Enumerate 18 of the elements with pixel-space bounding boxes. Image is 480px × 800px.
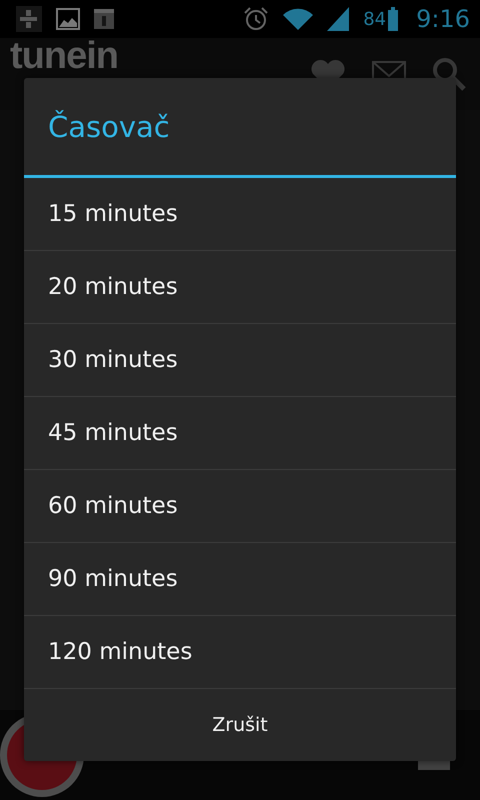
alarm-clock-icon — [243, 6, 270, 32]
timer-option[interactable]: 90 minutes — [24, 543, 456, 616]
search-icon[interactable] — [432, 57, 466, 91]
timer-option[interactable]: 15 minutes — [24, 178, 456, 251]
timer-option[interactable]: 45 minutes — [24, 397, 456, 470]
timer-option[interactable]: 30 minutes — [24, 324, 456, 397]
image-icon — [56, 8, 80, 30]
app-logo: tunein — [10, 37, 118, 75]
dialog-title: Časovač — [24, 78, 456, 178]
timer-option[interactable]: 60 minutes — [24, 470, 456, 543]
wifi-icon — [283, 8, 314, 30]
battery-level: 84 — [363, 8, 386, 30]
cancel-button[interactable]: Zrušit — [24, 689, 456, 761]
timer-option[interactable]: 120 minutes — [24, 616, 456, 689]
clock-time: 9:16 — [416, 5, 470, 33]
signal-icon — [327, 7, 350, 31]
battery-icon — [388, 7, 398, 31]
timer-option[interactable]: 20 minutes — [24, 251, 456, 324]
